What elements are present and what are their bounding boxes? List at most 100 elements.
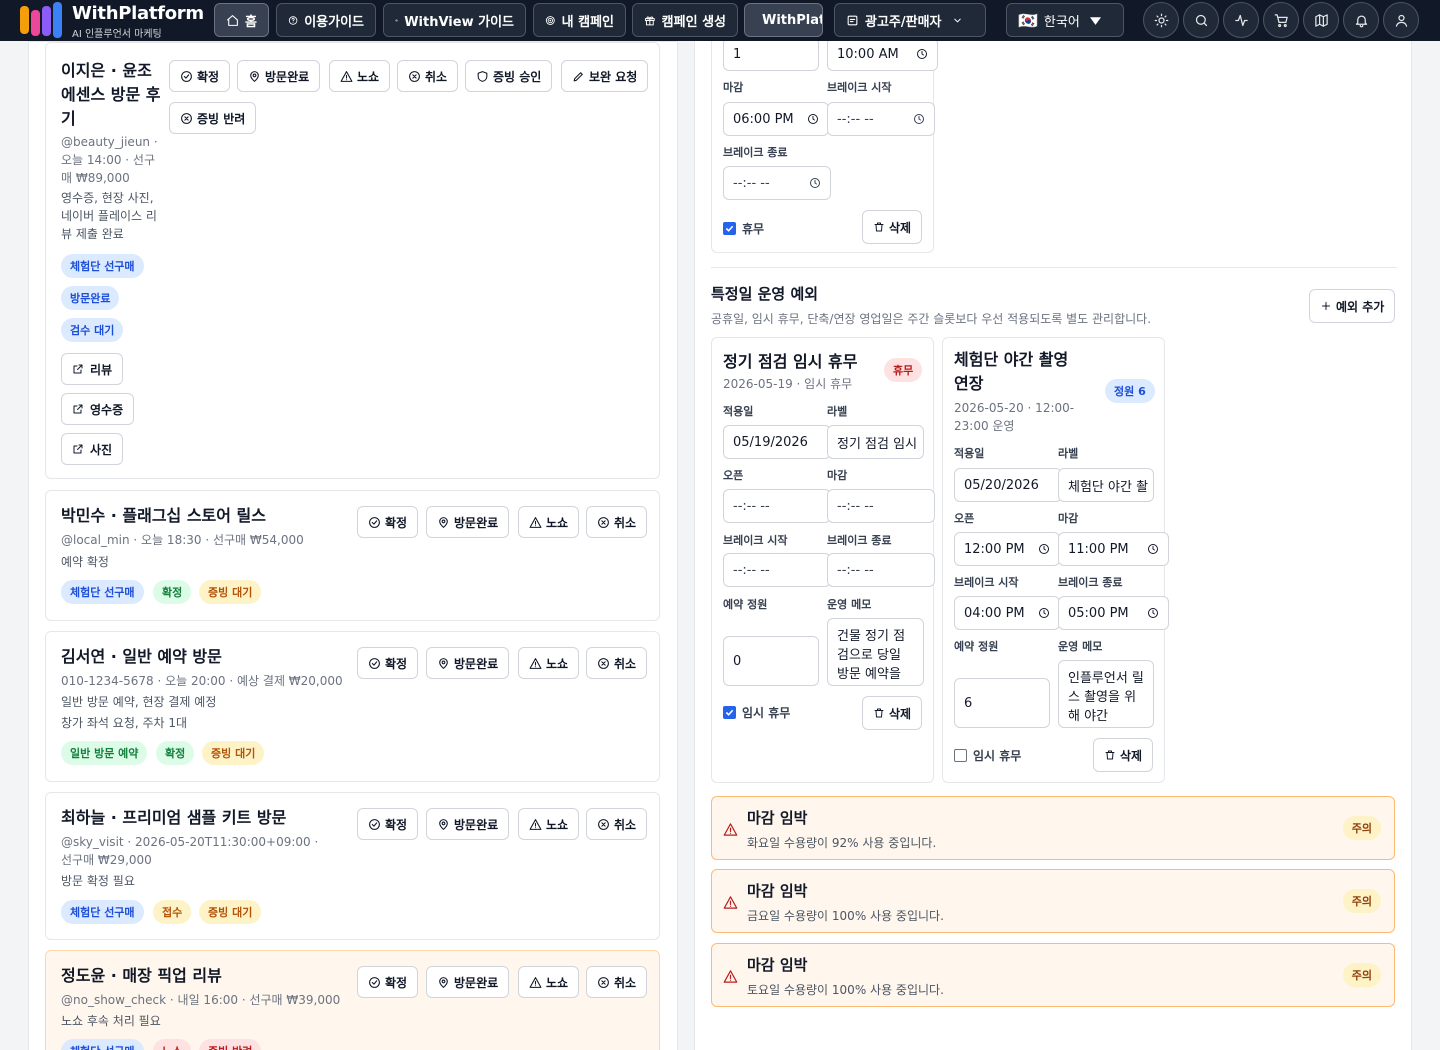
nav-my-campaigns-button[interactable]: 내 캠페인 — [533, 3, 626, 37]
confirm-button[interactable]: 확정 — [357, 647, 419, 679]
reservation-meta: @local_min · 오늘 18:30 · 선구매 ₩54,000 — [61, 533, 304, 547]
advertiser-dropdown[interactable]: 광고주/판매자 — [834, 3, 986, 37]
profile-button[interactable] — [1383, 2, 1419, 38]
map-button[interactable] — [1303, 2, 1339, 38]
operating-hours-panel: 1 10:00 AM 마감 브레이크 시작 06:00 PM --:-- -- … — [694, 21, 1412, 1050]
nav-guide-button[interactable]: 이용가이드 — [276, 3, 376, 37]
reject-proof-button[interactable]: 증빙 반려 — [169, 102, 257, 134]
delete-label: 삭제 — [889, 220, 912, 235]
delete-slot-button[interactable]: 삭제 — [862, 210, 923, 244]
memo-textarea[interactable]: 인플루언서 릴스 촬영을 위해 야간 — [1058, 660, 1154, 728]
confirm-button[interactable]: 확정 — [357, 506, 419, 538]
nav-create-campaign-label: 캠페인 생성 — [661, 14, 726, 30]
open-time-input[interactable]: 10:00 AM — [827, 37, 938, 71]
date-input[interactable]: 05/20/2026 — [954, 468, 1062, 502]
nav-home-button[interactable]: 홈 — [214, 3, 269, 37]
no-show-button[interactable]: 노쇼 — [518, 506, 580, 538]
activity-button[interactable] — [1223, 2, 1259, 38]
capacity-input[interactable]: 6 — [954, 678, 1050, 728]
clock-icon — [1039, 544, 1049, 554]
reservation-title: 정도윤 · 매장 픽업 리뷰 — [61, 966, 222, 985]
break-start-input[interactable]: 04:00 PM — [954, 596, 1060, 630]
break-end-input[interactable]: --:-- -- — [723, 166, 831, 200]
cancel-button[interactable]: 취소 — [586, 966, 648, 998]
cancel-button[interactable]: 취소 — [586, 808, 648, 840]
no-show-button[interactable]: 노쇼 — [518, 808, 580, 840]
receipt-link-label: 영수증 — [90, 402, 124, 417]
break-start-input[interactable]: --:-- -- — [827, 102, 935, 136]
reservation-note: 방문 확정 필요 — [61, 874, 135, 888]
capacity-input[interactable]: 0 — [723, 636, 819, 686]
language-selector[interactable]: 🇰🇷 한국어 — [1006, 3, 1124, 37]
break-end-input[interactable]: 05:00 PM — [1058, 596, 1169, 630]
closed-checkbox[interactable]: 휴무 — [723, 220, 764, 237]
cancel-label: 취소 — [614, 515, 637, 530]
visit-complete-button[interactable]: 방문완료 — [426, 647, 510, 679]
no-show-button[interactable]: 노쇼 — [518, 647, 580, 679]
close-label: 마감 — [1058, 512, 1079, 525]
label-input[interactable]: 정기 점검 임시 — [827, 425, 924, 459]
nav-withview-guide-button[interactable]: WithView 가이드 — [383, 3, 526, 37]
warning-icon — [529, 657, 542, 669]
request-supplement-button[interactable]: 보완 요청 — [561, 60, 649, 92]
close-time-input[interactable]: --:-- -- — [827, 489, 935, 523]
alert-title: 마감 임박 — [747, 956, 808, 974]
theme-toggle-button[interactable] — [1143, 2, 1179, 38]
approve-proof-button[interactable]: 증빙 승인 — [465, 60, 553, 92]
label-input[interactable]: 체험단 야간 촬 — [1058, 468, 1154, 502]
open-time-input[interactable]: --:-- -- — [723, 489, 831, 523]
reservation-title: 이지은 · 윤조에센스 방문 후기 — [61, 61, 161, 128]
open-time-input[interactable]: 12:00 PM — [954, 532, 1060, 566]
visit-complete-button[interactable]: 방문완료 — [426, 506, 510, 538]
map-icon — [1314, 13, 1328, 27]
cancel-button[interactable]: 취소 — [586, 506, 648, 538]
cancel-button[interactable]: 취소 — [397, 60, 459, 92]
search-button[interactable] — [1183, 2, 1219, 38]
map-pin-icon — [250, 70, 259, 82]
break-start-input[interactable]: --:-- -- — [723, 553, 831, 587]
temp-closed-checkbox[interactable]: 임시 휴무 — [723, 704, 790, 721]
confirm-button[interactable]: 확정 — [357, 808, 419, 840]
warning-icon — [529, 976, 542, 988]
break-end-input[interactable]: --:-- -- — [827, 553, 935, 587]
alert-severity-badge: 주의 — [1342, 816, 1381, 840]
temp-closed-checkbox[interactable]: 임시 휴무 — [954, 747, 1021, 764]
close-time-input[interactable]: 06:00 PM — [723, 102, 829, 136]
cart-button[interactable] — [1263, 2, 1299, 38]
nav-create-campaign-button[interactable]: 캠페인 생성 — [632, 3, 738, 37]
confirm-button[interactable]: 확정 — [357, 966, 419, 998]
close-time-input[interactable]: 11:00 PM — [1058, 532, 1169, 566]
break-start-label: 브레이크 시작 — [954, 576, 1019, 589]
visit-complete-button[interactable]: 방문완료 — [237, 60, 321, 92]
exception-badge: 휴무 — [884, 358, 923, 382]
photo-link-button[interactable]: 사진 — [61, 433, 124, 465]
status-badge: 접수 — [153, 900, 192, 924]
cancel-button[interactable]: 취소 — [586, 647, 648, 679]
capacity-value: 0 — [733, 653, 742, 669]
date-input[interactable]: 05/19/2026 — [723, 425, 831, 459]
reservation-card: 이지은 · 윤조에센스 방문 후기 @beauty_jieun · 오늘 14:… — [45, 42, 660, 479]
label-value: 체험단 야간 촬 — [1068, 479, 1149, 495]
capacity-label: 예약 정원 — [954, 640, 999, 653]
no-show-button[interactable]: 노쇼 — [329, 60, 391, 92]
memo-textarea[interactable]: 건물 정기 점검으로 당일 방문 예약을 — [827, 618, 924, 686]
delete-exception-button[interactable]: 삭제 — [1093, 738, 1154, 772]
no-show-button[interactable]: 노쇼 — [518, 966, 580, 998]
memo-label: 운영 메모 — [827, 598, 872, 611]
search-icon — [1195, 14, 1207, 26]
notifications-button[interactable] — [1343, 2, 1379, 38]
add-exception-button[interactable]: 예외 추가 — [1309, 289, 1396, 323]
nav-withplatform-button[interactable]: WithPlatform — [744, 3, 823, 37]
review-link-button[interactable]: 리뷰 — [61, 353, 124, 385]
reservation-meta: @sky_visit · 2026-05-20T11:30:00+09:00 ·… — [61, 835, 319, 867]
close-label: 마감 — [827, 469, 848, 482]
delete-exception-button[interactable]: 삭제 — [862, 696, 923, 730]
date-label: 적용일 — [954, 447, 985, 460]
confirm-button[interactable]: 확정 — [169, 60, 231, 92]
visit-complete-button[interactable]: 방문완료 — [426, 966, 510, 998]
receipt-link-button[interactable]: 영수증 — [61, 393, 135, 425]
approve-proof-label: 증빙 승인 — [493, 69, 542, 84]
withplatform-logo[interactable] — [18, 0, 66, 40]
visit-complete-button[interactable]: 방문완료 — [426, 808, 510, 840]
capacity-input[interactable]: 1 — [723, 37, 819, 71]
